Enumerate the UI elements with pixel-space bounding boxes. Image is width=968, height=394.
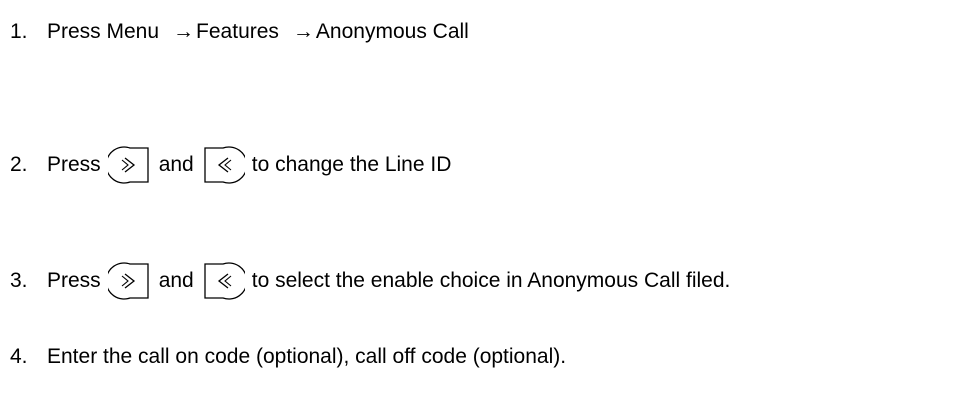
step-text: to change the Line ID [251,153,452,176]
step-2: 2. Press and to change the Line ID [10,146,451,184]
step-text: Press [47,153,101,176]
step-number: 2. [10,153,28,176]
left-key-icon [201,146,245,184]
step-text: to select the enable choice in Anonymous… [251,269,731,292]
left-key-icon [201,262,245,300]
step-text: Press Menu [47,20,160,43]
step-text: Press [47,269,101,292]
step-3: 3. Press and to select the enable choice… [10,262,730,300]
step-text: Enter the call on code (optional), call … [47,345,567,368]
right-key-icon [107,262,152,300]
step-number: 4. [10,345,28,368]
menu-path-features: Features [196,20,279,43]
step-connector: and [158,153,194,176]
arrow-icon: → [173,20,195,43]
step-1: 1. Press Menu → Features → Anonymous Cal… [10,20,469,44]
step-number: 3. [10,269,28,292]
step-connector: and [158,269,194,292]
arrow-icon: → [292,20,314,43]
step-number: 1. [10,20,28,43]
right-key-icon [107,146,152,184]
step-4: 4. Enter the call on code (optional), ca… [10,345,566,369]
menu-path-anonymous-call: Anonymous Call [315,20,469,43]
